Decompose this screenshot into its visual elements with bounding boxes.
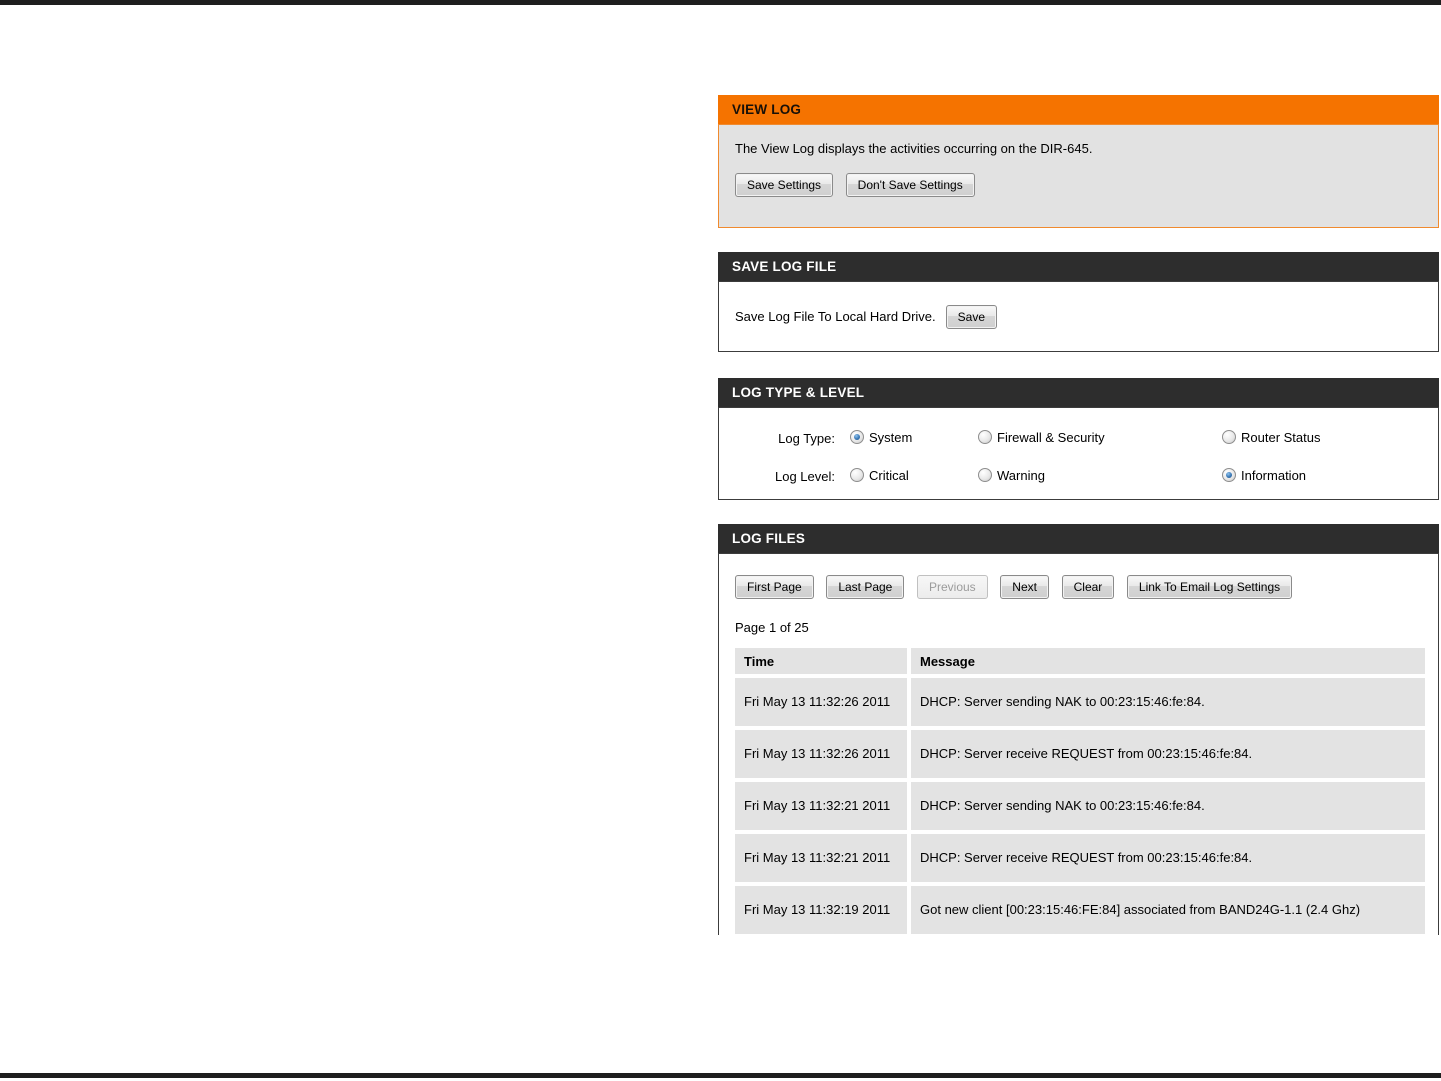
radio-option-information[interactable]: Information [1222, 468, 1306, 483]
dont-save-settings-button[interactable]: Don't Save Settings [845, 173, 975, 197]
page-indicator: Page 1 of 25 [735, 620, 809, 635]
log-table-row: Fri May 13 11:32:21 2011 DHCP: Server re… [735, 834, 1425, 882]
radio-option-label: Firewall & Security [997, 430, 1105, 445]
log-table-header-row: Time Message [735, 648, 1425, 674]
first-page-button[interactable]: First Page [735, 575, 814, 599]
log-time-cell: Fri May 13 11:32:21 2011 [735, 834, 907, 882]
log-table-row: Fri May 13 11:32:19 2011 Got new client … [735, 886, 1425, 934]
log-type-row: Log Type: System Firewall & Security Rou… [719, 429, 1438, 454]
log-table-row: Fri May 13 11:32:26 2011 DHCP: Server re… [735, 730, 1425, 778]
log-table-row: Fri May 13 11:32:21 2011 DHCP: Server se… [735, 782, 1425, 830]
log-time-cell: Fri May 13 11:32:21 2011 [735, 782, 907, 830]
save-log-file-body: Save Log File To Local Hard Drive. Save [718, 281, 1439, 352]
log-files-section: LOG FILES First Page Last Page Previous … [718, 524, 1439, 935]
radio-option-critical[interactable]: Critical [850, 468, 909, 483]
radio-option-firewall-security[interactable]: Firewall & Security [978, 430, 1105, 445]
log-message-cell: DHCP: Server receive REQUEST from 00:23:… [911, 834, 1425, 882]
settings-content-column: VIEW LOG The View Log displays the activ… [718, 95, 1439, 935]
log-table-header-time: Time [735, 648, 907, 674]
save-settings-button[interactable]: Save Settings [735, 173, 834, 197]
radio-option-label: Router Status [1241, 430, 1321, 445]
log-message-cell: DHCP: Server sending NAK to 00:23:15:46:… [911, 678, 1425, 726]
log-table: Time Message Fri May 13 11:32:26 2011 DH… [731, 644, 1429, 935]
log-time-cell: Fri May 13 11:32:19 2011 [735, 886, 907, 934]
view-log-header: VIEW LOG [718, 95, 1439, 124]
log-table-row: Fri May 13 11:32:26 2011 DHCP: Server se… [735, 678, 1425, 726]
radio-option-system[interactable]: System [850, 430, 912, 445]
radio-option-router-status[interactable]: Router Status [1222, 430, 1321, 445]
log-level-label: Log Level: [775, 469, 835, 484]
view-log-buttons-row: Save Settings Don't Save Settings [735, 173, 1424, 197]
radio-icon[interactable] [978, 468, 992, 482]
log-type-level-section: LOG TYPE & LEVEL Log Type: System Firewa… [718, 378, 1439, 500]
view-log-description: The View Log displays the activities occ… [735, 141, 1093, 156]
radio-icon[interactable] [850, 430, 864, 444]
log-files-header: LOG FILES [718, 524, 1439, 553]
radio-icon[interactable] [1222, 430, 1236, 444]
save-log-file-label: Save Log File To Local Hard Drive. [735, 309, 936, 324]
log-type-level-header: LOG TYPE & LEVEL [718, 378, 1439, 407]
clear-log-button[interactable]: Clear [1061, 575, 1115, 599]
view-log-body: The View Log displays the activities occ… [718, 124, 1439, 228]
log-message-cell: DHCP: Server sending NAK to 00:23:15:46:… [911, 782, 1425, 830]
save-log-file-section: SAVE LOG FILE Save Log File To Local Har… [718, 252, 1439, 352]
link-to-email-log-settings-button[interactable]: Link To Email Log Settings [1126, 575, 1293, 599]
save-log-file-header: SAVE LOG FILE [718, 252, 1439, 281]
log-table-header-message: Message [911, 648, 1425, 674]
radio-icon[interactable] [978, 430, 992, 444]
log-time-cell: Fri May 13 11:32:26 2011 [735, 678, 907, 726]
save-log-button[interactable]: Save [945, 304, 997, 329]
log-pager-buttons-row: First Page Last Page Previous Next Clear… [735, 575, 1438, 599]
log-type-label: Log Type: [778, 431, 835, 446]
radio-option-label: Information [1241, 468, 1307, 483]
log-time-cell: Fri May 13 11:32:26 2011 [735, 730, 907, 778]
previous-page-button[interactable]: Previous [916, 575, 988, 599]
log-type-level-body: Log Type: System Firewall & Security Rou… [718, 407, 1439, 500]
radio-icon[interactable] [1222, 468, 1236, 482]
radio-option-label: System [869, 430, 913, 445]
last-page-button[interactable]: Last Page [826, 575, 905, 599]
radio-option-label: Warning [997, 468, 1045, 483]
log-message-cell: DHCP: Server receive REQUEST from 00:23:… [911, 730, 1425, 778]
radio-option-label: Critical [869, 468, 909, 483]
page-bottom-rule [0, 1073, 1441, 1078]
log-files-body: First Page Last Page Previous Next Clear… [718, 553, 1439, 935]
next-page-button[interactable]: Next [1000, 575, 1049, 599]
radio-option-warning[interactable]: Warning [978, 468, 1045, 483]
view-log-section: VIEW LOG The View Log displays the activ… [718, 95, 1439, 228]
radio-icon[interactable] [850, 468, 864, 482]
page-top-rule [0, 0, 1441, 5]
log-message-cell: Got new client [00:23:15:46:FE:84] assoc… [911, 886, 1425, 934]
log-level-row: Log Level: Critical Warning Information [719, 467, 1438, 492]
